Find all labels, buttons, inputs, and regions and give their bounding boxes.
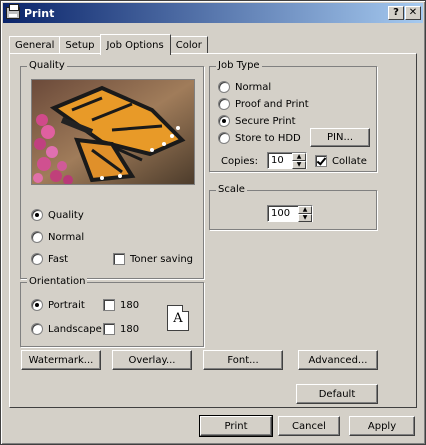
pin-button[interactable]: PIN...	[310, 128, 370, 147]
tab-strip: General Setup Job Options Color	[9, 34, 208, 55]
job-type-option-label: Proof and Print	[235, 98, 309, 110]
toner-saving-checkbox[interactable]: Toner saving	[113, 253, 193, 265]
spin-down-icon[interactable]: ▼	[292, 161, 306, 169]
orientation-option-label: Landscape	[48, 323, 102, 335]
radio-proof-and-print[interactable]	[218, 98, 230, 110]
portrait-180-checkbox[interactable]: 180	[103, 299, 139, 311]
rotate-180-label: 180	[120, 323, 140, 335]
radio-job-normal[interactable]	[218, 81, 230, 93]
watermark-button[interactable]: Watermark...	[21, 350, 101, 370]
apply-button[interactable]: Apply	[349, 416, 415, 436]
default-button[interactable]: Default	[296, 384, 378, 404]
quality-legend: Quality	[27, 60, 67, 72]
scale-group: Scale 100 ▲ ▼	[209, 184, 377, 230]
printer-icon	[6, 4, 20, 19]
orientation-option-label: Portrait	[48, 299, 85, 311]
quality-group: Quality Quality Normal Fast Toner saving	[20, 60, 204, 279]
spin-down-icon[interactable]: ▼	[298, 214, 312, 222]
close-button[interactable]: ✕	[405, 6, 421, 20]
tab-job-options[interactable]: Job Options	[99, 34, 171, 55]
spin-up-icon[interactable]: ▲	[298, 206, 312, 214]
font-button[interactable]: Font...	[203, 350, 283, 370]
butterfly-preview-image	[31, 79, 195, 185]
tab-general[interactable]: General	[9, 36, 61, 54]
orientation-option-landscape[interactable]: Landscape	[31, 323, 102, 335]
radio-secure-print[interactable]	[218, 115, 230, 127]
advanced-button[interactable]: Advanced...	[298, 350, 378, 370]
page-orientation-icon: A	[167, 305, 189, 331]
help-button[interactable]: ?	[388, 6, 404, 20]
overlay-button[interactable]: Overlay...	[112, 350, 192, 370]
tab-color[interactable]: Color	[169, 36, 208, 54]
copies-value[interactable]: 10	[268, 153, 292, 168]
radio-landscape[interactable]	[31, 323, 43, 335]
orientation-group: Orientation Portrait Landscape 180 180 A	[20, 276, 204, 347]
window-title: Print	[24, 6, 55, 20]
landscape-180-checkbox[interactable]: 180	[103, 323, 139, 335]
quality-option-label: Fast	[48, 253, 69, 265]
scale-legend: Scale	[216, 184, 247, 196]
copies-label: Copies:	[221, 156, 258, 167]
tab-setup[interactable]: Setup	[59, 36, 101, 54]
landscape-180-check[interactable]	[103, 323, 115, 335]
job-type-option-label: Secure Print	[235, 115, 296, 127]
collate-label: Collate	[332, 155, 367, 167]
collate-check[interactable]	[315, 155, 327, 167]
radio-quality[interactable]	[31, 209, 43, 221]
job-type-legend: Job Type	[216, 60, 262, 72]
orientation-option-portrait[interactable]: Portrait	[31, 299, 85, 311]
job-type-group: Job Type Normal Proof and Print Secure P…	[209, 60, 377, 172]
job-type-option-secure-print[interactable]: Secure Print	[218, 115, 296, 127]
radio-fast[interactable]	[31, 253, 43, 265]
rotate-180-label: 180	[120, 299, 140, 311]
title-bar: Print ? ✕	[3, 3, 423, 23]
spin-up-icon[interactable]: ▲	[292, 153, 306, 161]
toner-saving-label: Toner saving	[130, 253, 194, 265]
quality-option-normal[interactable]: Normal	[31, 231, 84, 243]
radio-store-to-hdd[interactable]	[218, 132, 230, 144]
copies-spinner[interactable]: 10 ▲ ▼	[267, 152, 307, 169]
orientation-legend: Orientation	[27, 276, 88, 288]
cancel-button[interactable]: Cancel	[278, 416, 340, 436]
toner-saving-check[interactable]	[113, 253, 125, 265]
job-type-option-store-to-hdd[interactable]: Store to HDD	[218, 132, 301, 144]
job-options-panel: Quality Quality Normal Fast Toner saving…	[9, 53, 417, 408]
scale-value[interactable]: 100	[268, 206, 298, 221]
scale-spinner[interactable]: 100 ▲ ▼	[267, 205, 313, 222]
quality-option-label: Quality	[48, 209, 84, 221]
print-button[interactable]: Print	[199, 415, 273, 437]
job-type-option-label: Normal	[235, 81, 272, 93]
radio-portrait[interactable]	[31, 299, 43, 311]
quality-option-label: Normal	[48, 231, 85, 243]
job-type-option-normal[interactable]: Normal	[218, 81, 271, 93]
quality-option-fast[interactable]: Fast	[31, 253, 68, 265]
print-dialog: Print ? ✕ General Setup Job Options Colo…	[0, 0, 426, 445]
collate-checkbox[interactable]: Collate	[315, 155, 367, 167]
radio-normal[interactable]	[31, 231, 43, 243]
portrait-180-check[interactable]	[103, 299, 115, 311]
quality-option-quality[interactable]: Quality	[31, 209, 84, 221]
job-type-option-proof-and-print[interactable]: Proof and Print	[218, 98, 309, 110]
job-type-option-label: Store to HDD	[235, 132, 301, 144]
